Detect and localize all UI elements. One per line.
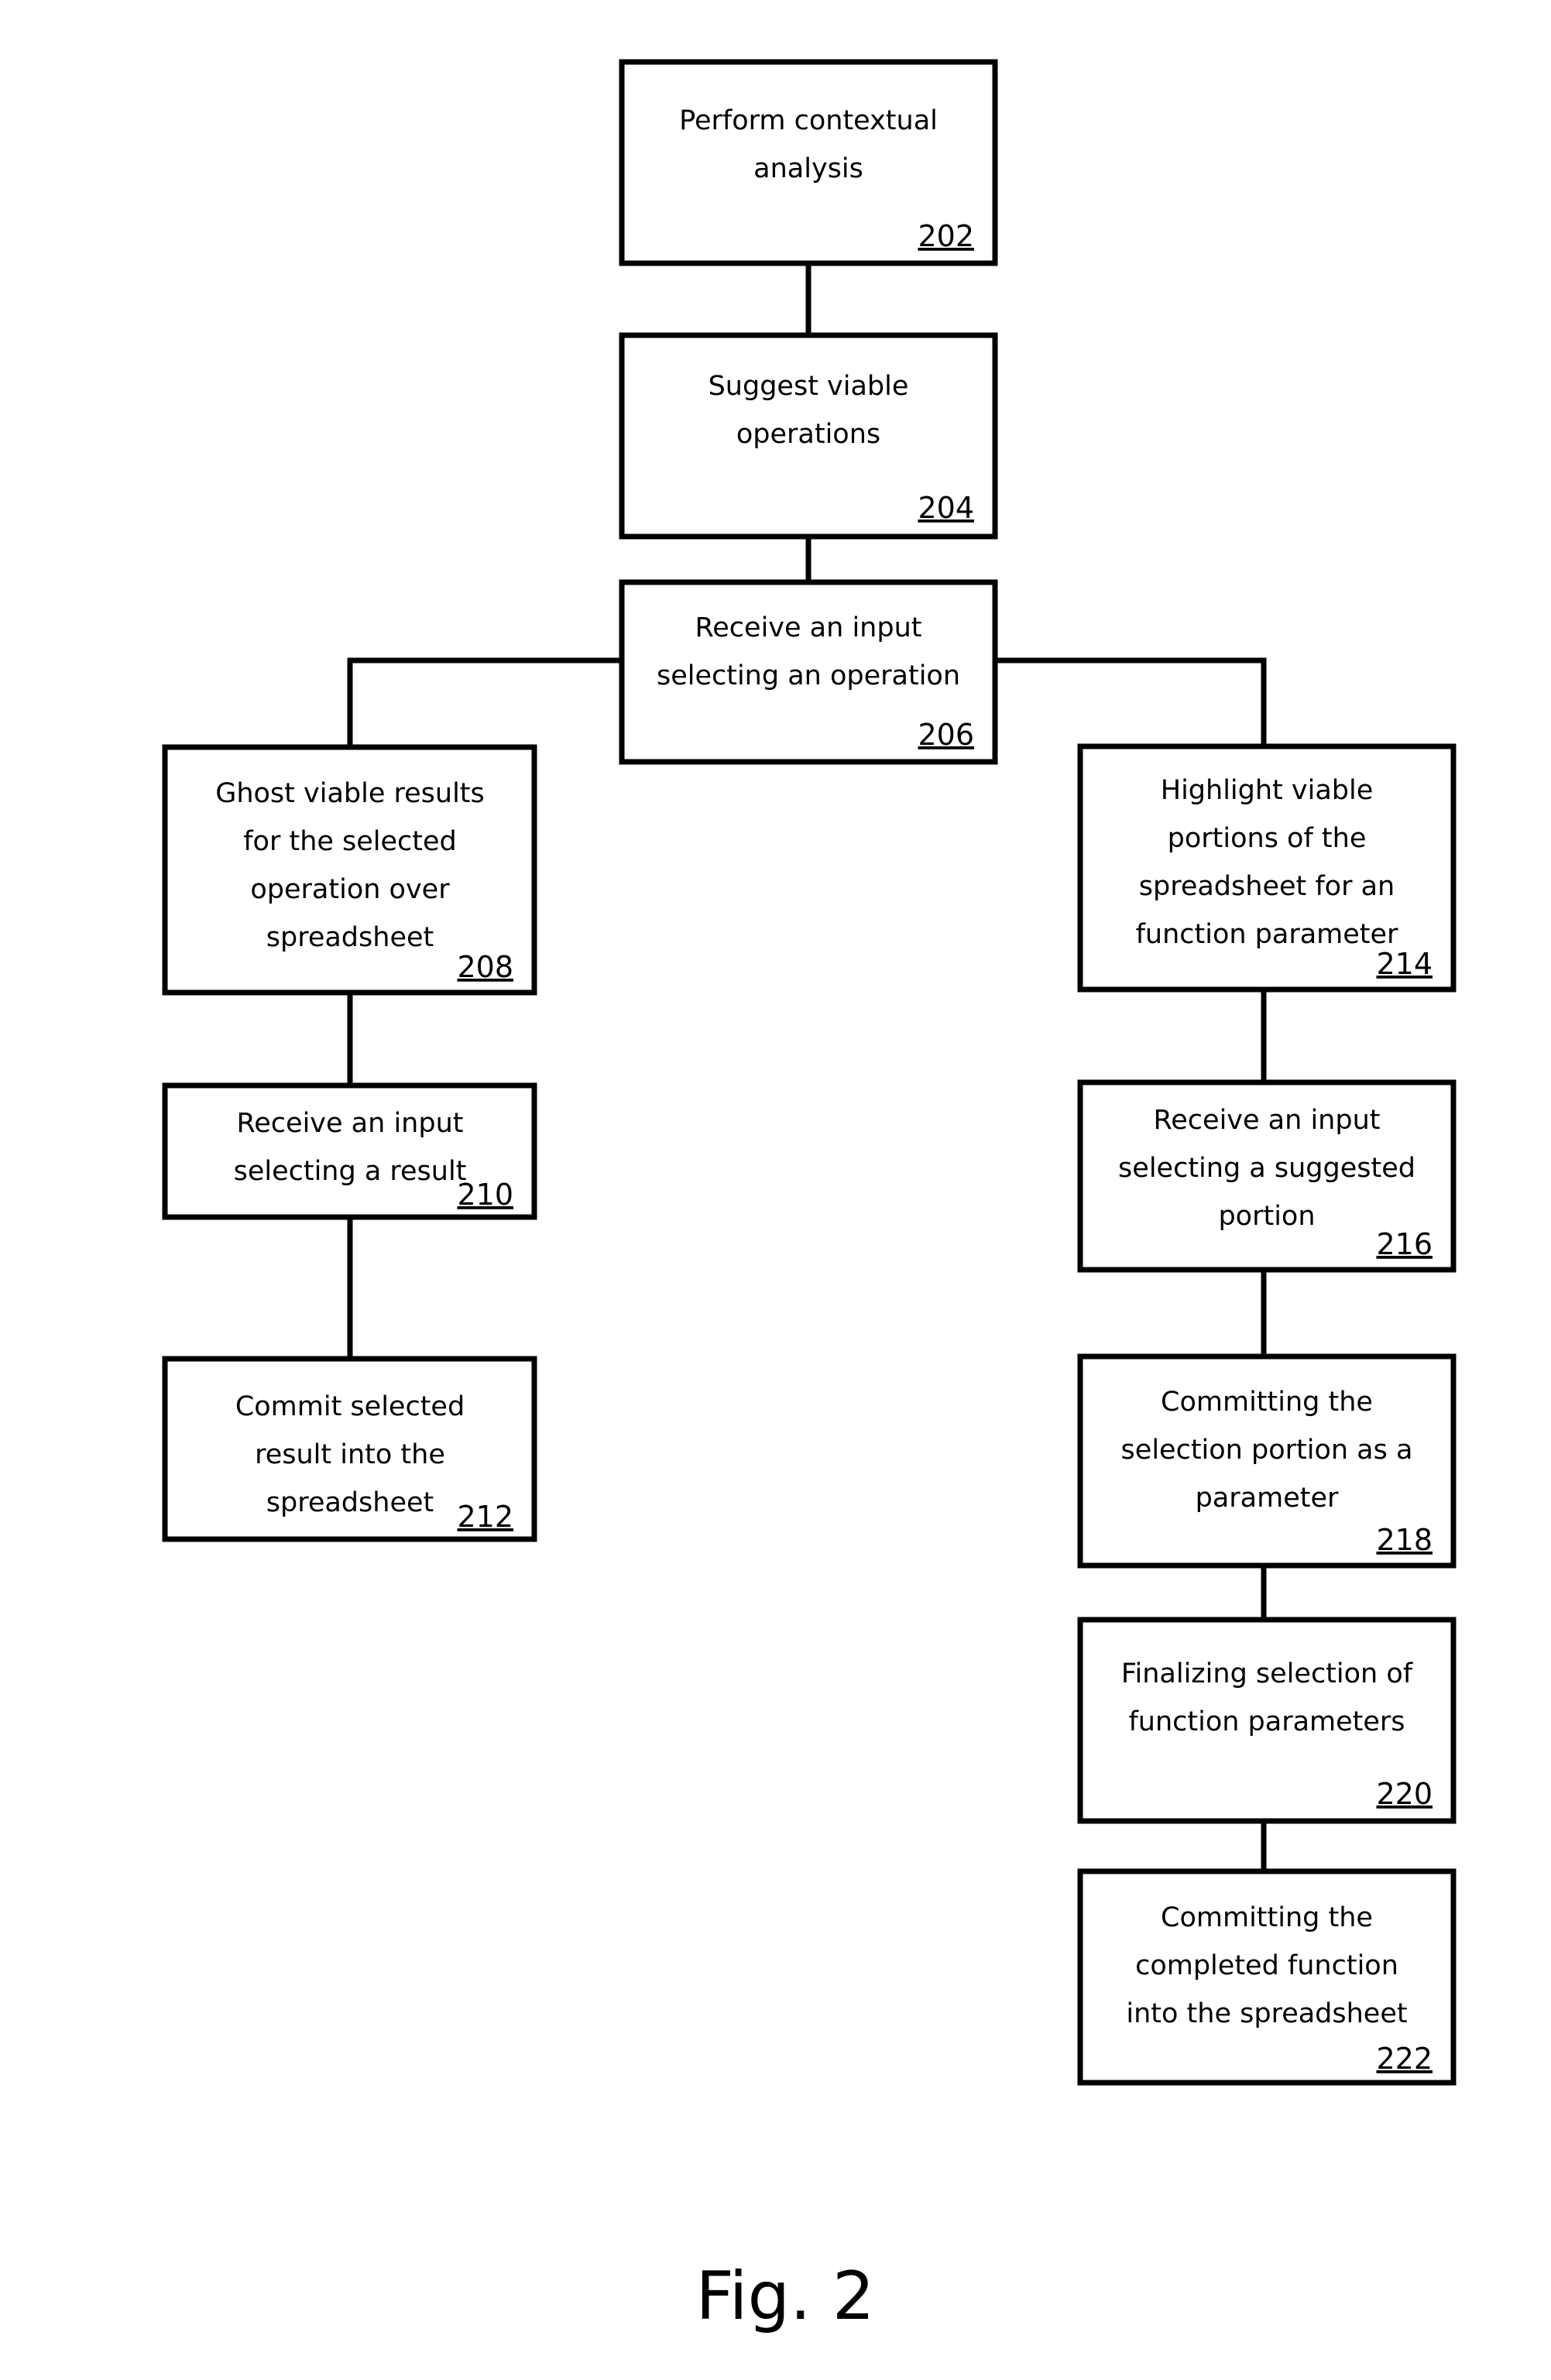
box-204-line-1: Suggest viable xyxy=(709,371,909,402)
box-216-line-3: portion xyxy=(1218,1201,1315,1232)
box-204-line-2: operations xyxy=(736,419,880,450)
box-218-line-3: parameter xyxy=(1196,1483,1339,1514)
reference-numeral-214: 214 xyxy=(1376,947,1433,981)
box-214-line-4: function parameter xyxy=(1136,919,1398,950)
flowchart-canvas: Perform contextual analysis 202 Suggest … xyxy=(162,59,1457,2335)
box-216-line-1: Receive an input xyxy=(1154,1105,1381,1136)
process-box-206[interactable]: Receive an input selecting an operation … xyxy=(619,579,998,765)
reference-numeral-204: 204 xyxy=(918,491,974,525)
box-208-line-3: operation over xyxy=(250,874,450,905)
reference-numeral-218: 218 xyxy=(1376,1523,1433,1557)
box-214-line-3: spreadsheet for an xyxy=(1139,871,1395,902)
box-218-line-1: Committing the xyxy=(1161,1387,1373,1418)
process-box-212[interactable]: Commit selected result into the spreadsh… xyxy=(162,1356,537,1542)
process-box-216[interactable]: Receive an input selecting a suggested p… xyxy=(1077,1079,1457,1273)
reference-numeral-212: 212 xyxy=(457,1500,513,1534)
process-box-202[interactable]: Perform contextual analysis 202 xyxy=(619,59,998,266)
box-208-line-4: spreadsheet xyxy=(266,922,434,953)
box-202-line-2: analysis xyxy=(753,153,863,184)
box-210-line-1: Receive an input xyxy=(237,1108,464,1139)
box-210-line-2: selecting a result xyxy=(234,1156,467,1187)
box-214-line-2: portions of the xyxy=(1168,823,1367,854)
box-222-line-3: into the spreadsheet xyxy=(1126,1998,1407,2029)
reference-numeral-210: 210 xyxy=(457,1178,513,1212)
box-216-line-2: selecting a suggested xyxy=(1118,1153,1415,1184)
reference-numeral-222: 222 xyxy=(1376,2042,1433,2076)
box-222-line-2: completed function xyxy=(1135,1950,1398,1981)
box-212-line-3: spreadsheet xyxy=(266,1487,434,1518)
connector-206-to-208 xyxy=(347,657,622,747)
reference-numeral-202: 202 xyxy=(918,219,974,253)
process-box-220[interactable]: Finalizing selection of function paramet… xyxy=(1077,1617,1457,1824)
reference-numeral-206: 206 xyxy=(918,718,974,752)
box-220-line-2: function parameters xyxy=(1128,1706,1405,1737)
box-208-line-2: for the selected xyxy=(243,826,457,857)
reference-numeral-220: 220 xyxy=(1376,1777,1433,1811)
process-box-208[interactable]: Ghost viable results for the selected op… xyxy=(162,744,537,996)
box-220-line-1: Finalizing selection of xyxy=(1121,1658,1413,1689)
box-222-line-1: Committing the xyxy=(1161,1902,1373,1933)
box-214-line-1: Highlight viable xyxy=(1161,775,1374,806)
figure-caption: Fig. 2 xyxy=(695,2258,874,2335)
box-206-line-2: selecting an operation xyxy=(657,660,960,691)
reference-numeral-216: 216 xyxy=(1376,1227,1433,1261)
box-206-line-1: Receive an input xyxy=(695,612,922,643)
process-box-218[interactable]: Committing the selection portion as a pa… xyxy=(1077,1353,1457,1569)
box-202-line-1: Perform contextual xyxy=(679,105,938,136)
reference-numeral-208: 208 xyxy=(457,950,513,984)
process-box-210[interactable]: Receive an input selecting a result 210 xyxy=(162,1082,537,1220)
process-box-222[interactable]: Committing the completed function into t… xyxy=(1077,1868,1457,2086)
box-212-line-2: result into the xyxy=(255,1439,445,1470)
process-box-214[interactable]: Highlight viable portions of the spreads… xyxy=(1077,743,1457,993)
process-box-204[interactable]: Suggest viable operations 204 xyxy=(619,332,998,540)
figure-sheet: Perform contextual analysis 202 Suggest … xyxy=(0,0,1551,2380)
connector-206-to-214 xyxy=(995,657,1267,746)
box-218-line-2: selection portion as a xyxy=(1121,1435,1413,1466)
box-212-line-1: Commit selected xyxy=(235,1391,465,1422)
box-208-line-1: Ghost viable results xyxy=(215,778,485,809)
